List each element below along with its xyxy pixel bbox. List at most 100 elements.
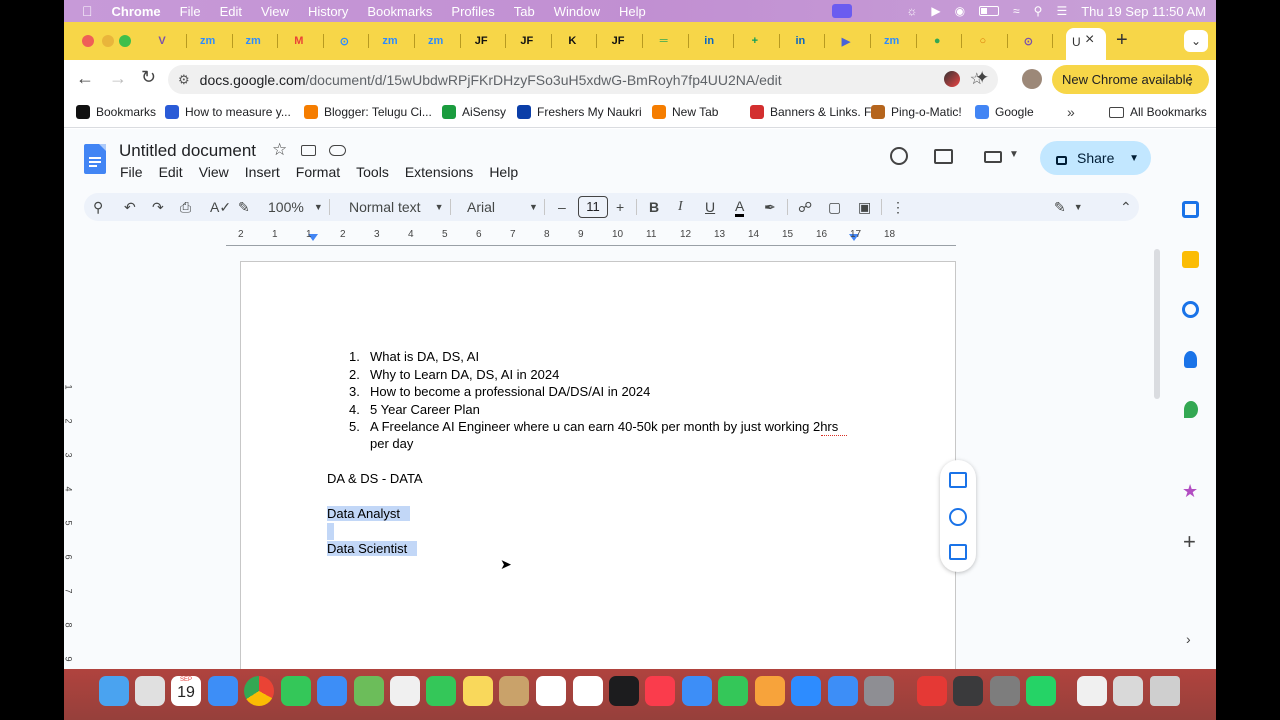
tab-12[interactable]: ═	[654, 31, 674, 51]
increase-font-size-icon[interactable]: +	[616, 197, 624, 217]
italic-icon[interactable]: I	[678, 197, 683, 217]
calendar-icon[interactable]	[1182, 201, 1199, 218]
dock-music-icon[interactable]	[645, 676, 675, 706]
docs-logo-icon[interactable]	[84, 144, 106, 174]
close-tab-icon[interactable]: ×	[1085, 31, 1094, 49]
site-info-icon[interactable]: ⚙	[178, 72, 190, 88]
dock-finder-icon[interactable]	[99, 676, 129, 706]
tab-17[interactable]: zm	[882, 31, 902, 51]
extensions-puzzle-icon[interactable]: ✦	[975, 68, 989, 88]
underline-icon[interactable]: U	[705, 197, 715, 217]
address-bar[interactable]: ⚙ docs.google.com /document/d/15wUbdwRPj…	[168, 65, 998, 94]
spellcheck-icon[interactable]: A✓	[210, 197, 231, 217]
dock-contacts-icon[interactable]	[499, 676, 529, 706]
tab-15[interactable]: in	[790, 31, 810, 51]
decrease-font-size-icon[interactable]: –	[558, 197, 566, 217]
extension-icon-1[interactable]	[944, 71, 960, 87]
dock-keynote-icon[interactable]	[682, 676, 712, 706]
dock-quicktime-icon[interactable]	[953, 676, 983, 706]
doc-menu-extensions[interactable]: Extensions	[405, 164, 473, 180]
dock-numbers-icon[interactable]	[718, 676, 748, 706]
tab-5[interactable]: ⊙	[334, 31, 354, 51]
menu-help[interactable]: Help	[619, 4, 646, 19]
dock-chrome-icon[interactable]	[244, 676, 274, 706]
tab-14[interactable]: +	[745, 31, 765, 51]
dock-mail-icon[interactable]	[317, 676, 347, 706]
tab-19[interactable]: ○	[973, 31, 993, 51]
dock-calendar-icon[interactable]: SEP 19	[171, 676, 201, 706]
suggest-edits-icon[interactable]	[949, 544, 967, 560]
dock-photos-icon[interactable]	[390, 676, 420, 706]
dock-zoom-icon[interactable]	[791, 676, 821, 706]
star-icon[interactable]: ☆	[272, 140, 287, 160]
dock-freeform-icon[interactable]	[573, 676, 603, 706]
style-select[interactable]: Normal text ▼	[349, 197, 444, 217]
new-chrome-available-button[interactable]: New Chrome available ⋮	[1052, 65, 1209, 94]
share-button[interactable]: Share ▼	[1040, 141, 1151, 175]
expand-side-panel-icon[interactable]: ›	[1186, 631, 1191, 647]
menu-history[interactable]: History	[308, 4, 348, 19]
add-comment-float-icon[interactable]	[949, 472, 967, 488]
tab-16[interactable]: ▶	[836, 31, 856, 51]
battery-icon[interactable]	[979, 6, 1000, 16]
doc-menu-edit[interactable]: Edit	[159, 164, 183, 180]
profile-avatar[interactable]	[1022, 69, 1042, 89]
paint-format-icon[interactable]: ✎	[238, 197, 250, 217]
hide-menus-icon[interactable]: ⌃	[1120, 197, 1132, 217]
dock-launchpad-icon[interactable]	[135, 676, 165, 706]
tab-search-button[interactable]: ⌄	[1184, 30, 1208, 52]
dock-dictionary-icon[interactable]	[990, 676, 1020, 706]
doc-menu-help[interactable]: Help	[489, 164, 518, 180]
text-color-icon[interactable]: A	[735, 197, 745, 217]
contacts-icon[interactable]	[1184, 351, 1197, 368]
dock-anydesk-icon[interactable]	[917, 676, 947, 706]
dock-app-store-icon[interactable]	[828, 676, 858, 706]
wifi-icon[interactable]: ≈	[1013, 4, 1020, 18]
apple-icon[interactable]: 	[82, 3, 93, 19]
cloud-saved-icon[interactable]	[329, 145, 346, 156]
addon-icon[interactable]: ★	[1182, 481, 1198, 502]
dock-document-icon[interactable]	[1077, 676, 1107, 706]
back-icon[interactable]: ←	[76, 68, 94, 89]
search-menus-icon[interactable]: ⚲	[93, 197, 103, 217]
more-bookmarks-icon[interactable]: »	[1067, 104, 1075, 120]
version-history-icon[interactable]	[890, 147, 908, 165]
bookmark-item[interactable]: New Tab	[652, 105, 718, 119]
print-icon[interactable]: ⎙	[180, 197, 191, 217]
reload-icon[interactable]: ↻	[141, 67, 156, 88]
screen-share-icon[interactable]	[832, 4, 853, 18]
new-tab-button[interactable]: +	[1116, 29, 1128, 52]
add-comment-icon[interactable]: ▢	[828, 197, 841, 217]
bookmark-item[interactable]: Google	[975, 105, 1034, 119]
bookmark-item[interactable]: Bookmarks	[76, 105, 156, 119]
control-center-icon[interactable]: ☰	[1056, 4, 1067, 18]
menu-window[interactable]: Window	[554, 4, 600, 19]
more-tools-icon[interactable]: ⋮	[891, 197, 905, 217]
doc-menu-file[interactable]: File	[120, 164, 143, 180]
dock-system-settings-icon[interactable]	[864, 676, 894, 706]
bookmark-item[interactable]: Freshers My Naukri	[517, 105, 642, 119]
doc-menu-format[interactable]: Format	[296, 164, 340, 180]
insert-image-icon[interactable]: ▣	[858, 197, 871, 217]
dock-facetime-icon[interactable]	[426, 676, 456, 706]
dock-tv-icon[interactable]	[609, 676, 639, 706]
tab-2[interactable]: zm	[198, 31, 218, 51]
brightness-icon[interactable]: ☼	[906, 4, 917, 18]
font-select[interactable]: Arial ▼	[467, 197, 538, 217]
spotlight-icon[interactable]: ⚲	[1034, 4, 1043, 18]
add-emoji-reaction-icon[interactable]	[949, 508, 967, 526]
tab-10[interactable]: K	[562, 31, 582, 51]
menu-file[interactable]: File	[180, 4, 201, 19]
doc-menu-insert[interactable]: Insert	[245, 164, 280, 180]
move-folder-icon[interactable]	[301, 145, 316, 156]
dock-trash-icon[interactable]	[1150, 676, 1180, 706]
record-icon[interactable]: ◉	[955, 4, 965, 18]
dock-whatsapp-icon[interactable]	[1026, 676, 1056, 706]
tab-11[interactable]: JF	[608, 31, 628, 51]
tab-7[interactable]: zm	[426, 31, 446, 51]
font-size-input[interactable]: 11	[578, 196, 608, 218]
dock-preview-icon[interactable]	[1113, 676, 1143, 706]
tab-13[interactable]: in	[699, 31, 719, 51]
redo-icon[interactable]: ↷	[152, 197, 164, 217]
menu-tab[interactable]: Tab	[514, 4, 535, 19]
